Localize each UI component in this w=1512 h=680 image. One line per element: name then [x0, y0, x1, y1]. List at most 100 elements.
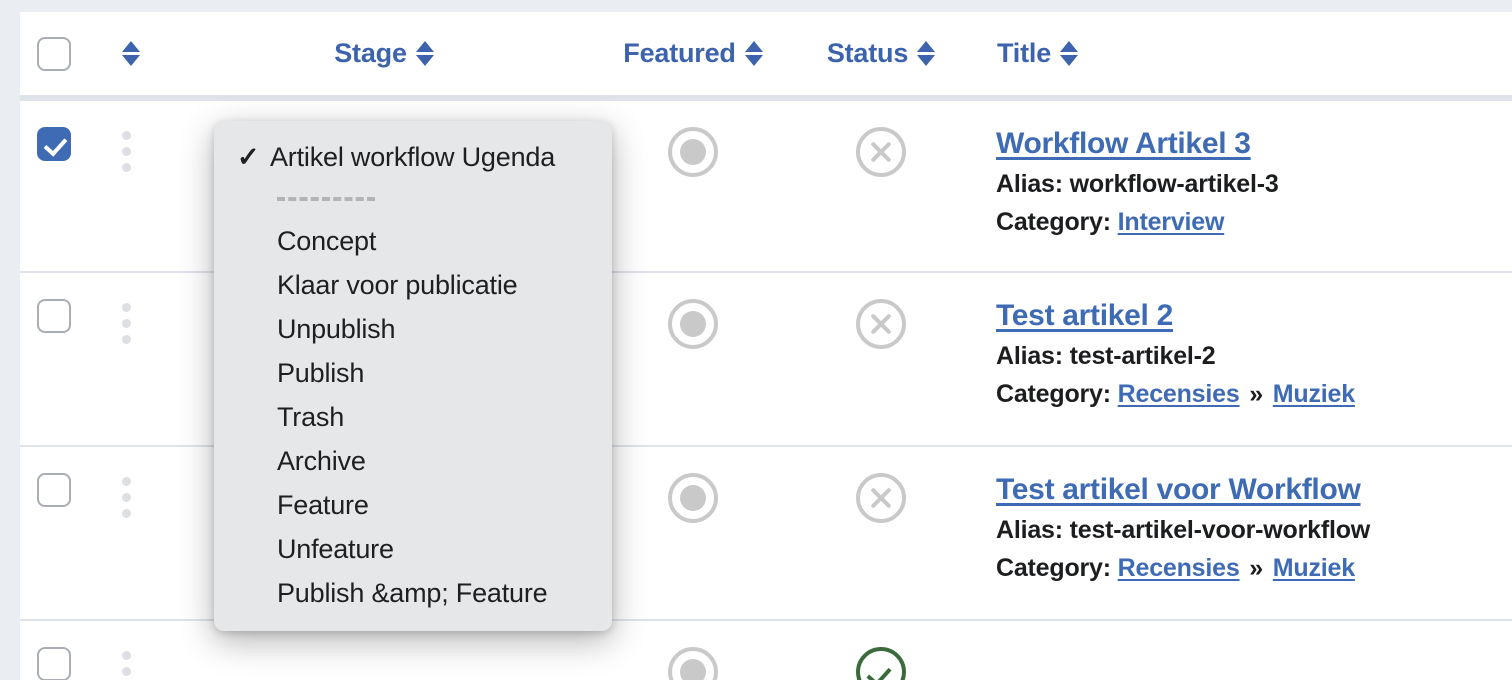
alias-value: workflow-artikel-3	[1069, 170, 1279, 198]
menu-item[interactable]: Klaar voor publicatie	[214, 263, 612, 307]
row-featured-cell	[604, 446, 782, 621]
sort-arrows-icon[interactable]	[744, 41, 763, 66]
menu-item[interactable]: Unfeature	[214, 527, 612, 571]
column-header-select	[20, 12, 88, 101]
status-header-inner: Status	[782, 38, 980, 69]
menu-item-label: Archive	[277, 445, 366, 476]
published-check-icon[interactable]	[856, 647, 906, 680]
alias-label: Alias:	[996, 170, 1063, 198]
menu-item[interactable]: Concept	[214, 219, 612, 263]
menu-separator	[214, 179, 612, 219]
unpublished-cross-icon[interactable]	[856, 127, 906, 177]
column-header-stage[interactable]: Stage	[164, 12, 604, 101]
column-header-status-label: Status	[826, 38, 909, 68]
row-select-cell	[20, 446, 88, 621]
column-header-title-label: Title	[997, 38, 1052, 68]
article-category: Category: Recensies » Muziek	[996, 380, 1512, 409]
row-select-cell	[20, 620, 88, 680]
row-select-cell	[20, 98, 88, 273]
drag-handle-icon[interactable]	[88, 101, 164, 172]
menu-item-label: Unpublish	[277, 313, 396, 344]
article-category: Category: Recensies » Muziek	[996, 554, 1512, 583]
menu-item-label: Feature	[277, 489, 369, 520]
article-title-link[interactable]: Test artikel voor Workflow	[996, 473, 1361, 506]
row-ordering-cell	[88, 446, 164, 621]
row-featured-cell	[604, 272, 782, 447]
row-ordering-cell	[88, 98, 164, 273]
category-separator: »	[1249, 554, 1264, 582]
category-separator: »	[1249, 380, 1264, 408]
row-select-checkbox[interactable]	[37, 127, 71, 161]
category-link[interactable]: Interview	[1118, 208, 1225, 236]
sort-arrows-icon[interactable]	[917, 41, 936, 66]
row-title-cell: Test artikel 2 Alias: test-artikel-2 Categ…	[980, 272, 1512, 447]
unfeatured-circle-icon[interactable]	[668, 647, 718, 680]
category-link[interactable]: Muziek	[1273, 380, 1355, 408]
column-header-featured[interactable]: Featured	[604, 12, 782, 101]
category-label: Category:	[996, 208, 1111, 236]
article-category: Category: Interview	[996, 208, 1512, 237]
row-select-wrapper	[20, 273, 88, 333]
column-header-stage-label: Stage	[334, 38, 407, 68]
alias-value: test-artikel-2	[1069, 342, 1216, 370]
row-featured-cell	[604, 620, 782, 680]
drag-handle-icon[interactable]	[88, 621, 164, 680]
category-label: Category:	[996, 554, 1111, 582]
article-alias: Alias: test-artikel-2	[996, 342, 1512, 371]
column-header-featured-label: Featured	[623, 38, 736, 68]
row-featured-cell	[604, 98, 782, 273]
menu-item-label: Klaar voor publicatie	[277, 269, 518, 300]
menu-item[interactable]: Trash	[214, 395, 612, 439]
menu-item[interactable]: Feature	[214, 483, 612, 527]
category-link[interactable]: Recensies	[1118, 380, 1240, 408]
unpublished-cross-icon[interactable]	[856, 473, 906, 523]
category-label: Category:	[996, 380, 1111, 408]
unfeatured-circle-icon[interactable]	[668, 127, 718, 177]
row-ordering-cell	[88, 620, 164, 680]
menu-item-label: Artikel workflow Ugenda	[270, 141, 556, 172]
row-select-checkbox[interactable]	[37, 473, 71, 507]
select-all-checkbox[interactable]	[37, 36, 71, 71]
stage-header-inner: Stage	[164, 38, 604, 69]
title-header-inner: Title	[980, 38, 1512, 69]
ordering-header-inner	[88, 41, 164, 66]
sort-arrows-icon[interactable]	[1060, 41, 1079, 66]
article-alias: Alias: test-artikel-voor-workflow	[996, 516, 1512, 545]
category-link[interactable]: Recensies	[1118, 554, 1240, 582]
menu-item-label: Unfeature	[277, 533, 394, 564]
menu-item-label: Publish	[277, 357, 365, 388]
articles-manager-screen: Stage Featured Status Title Workflow Art…	[0, 0, 1512, 680]
sort-arrows-icon[interactable]	[121, 41, 140, 66]
row-title-cell: Workflow Artikel 3 Alias: workflow-artike…	[980, 98, 1512, 273]
column-header-ordering[interactable]	[88, 12, 164, 101]
unpublished-cross-icon[interactable]	[856, 299, 906, 349]
menu-item[interactable]: Publish	[214, 351, 612, 395]
column-header-title[interactable]: Title	[980, 12, 1512, 101]
drag-handle-icon[interactable]	[88, 273, 164, 344]
menu-item[interactable]: ✓ Artikel workflow Ugenda	[214, 135, 612, 179]
alias-label: Alias:	[996, 342, 1063, 370]
menu-item[interactable]: Unpublish	[214, 307, 612, 351]
row-title-cell: Test artikel voor Workflow Alias: test-ar…	[980, 446, 1512, 621]
row-ordering-cell	[88, 272, 164, 447]
sort-arrows-icon[interactable]	[415, 41, 434, 66]
row-select-cell	[20, 272, 88, 447]
category-link[interactable]: Muziek	[1273, 554, 1355, 582]
menu-item-label: Concept	[277, 225, 377, 256]
column-header-status[interactable]: Status	[782, 12, 980, 101]
row-status-cell	[782, 446, 980, 621]
unfeatured-circle-icon[interactable]	[668, 299, 718, 349]
menu-item[interactable]: Archive	[214, 439, 612, 483]
row-select-checkbox[interactable]	[37, 647, 71, 680]
unfeatured-circle-icon[interactable]	[668, 473, 718, 523]
article-title-link[interactable]: Test artikel 2	[996, 299, 1173, 332]
row-select-wrapper	[20, 447, 88, 507]
menu-item[interactable]: Publish &amp; Feature	[214, 571, 612, 615]
article-title-link[interactable]: Workflow Artikel 3	[996, 127, 1251, 160]
menu-item-label: Publish &amp; Feature	[277, 577, 548, 608]
stage-transition-menu[interactable]: ✓ Artikel workflow Ugenda Concept Klaar voo…	[214, 121, 612, 631]
alias-value: test-artikel-voor-workflow	[1069, 516, 1371, 544]
row-select-checkbox[interactable]	[37, 299, 71, 333]
drag-handle-icon[interactable]	[88, 447, 164, 518]
select-all-wrapper	[20, 36, 88, 71]
